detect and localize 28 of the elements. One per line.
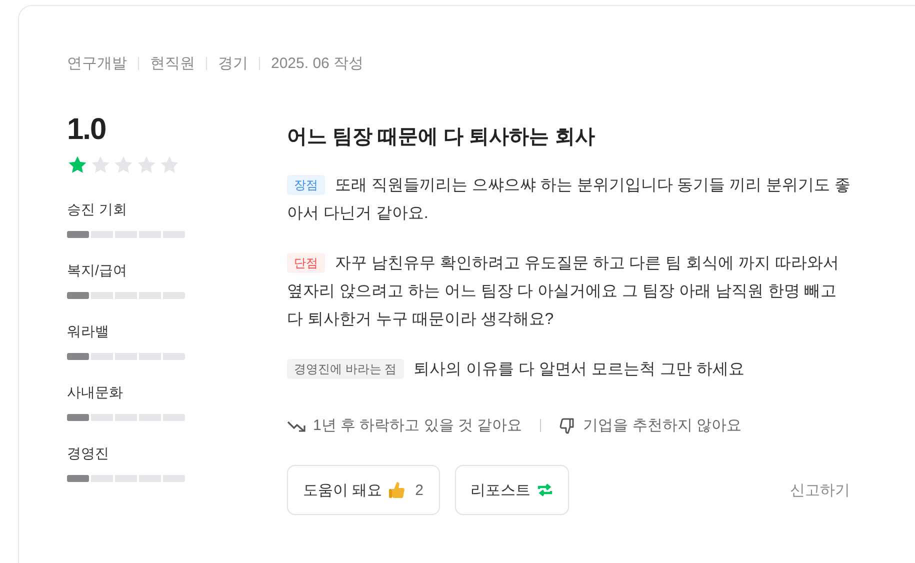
rating-score: 1.0 bbox=[67, 113, 107, 147]
rating-label: 복지/급여 bbox=[67, 262, 128, 280]
star-icon bbox=[113, 155, 134, 175]
helpful-count: 2 bbox=[415, 482, 424, 498]
repost-button[interactable]: 리포스트 bbox=[454, 465, 569, 515]
meta-text: 현직원 bbox=[150, 54, 195, 73]
star-icon bbox=[90, 155, 111, 175]
review-text: 경영진에 바라는 점 퇴사의 이유를 다 알면서 모르는척 그만 하세요 bbox=[287, 356, 852, 384]
meta-text: 경기 bbox=[218, 54, 248, 73]
trend-down-icon bbox=[287, 418, 307, 432]
star-icon bbox=[136, 155, 157, 175]
review-text: 장점 또래 직원들끼리는 으쌰으쌰 하는 분위기입니다 동기들 끼리 분위기도 좋아서 다닌거 같아요. bbox=[287, 174, 852, 224]
meta-text: 2025. 06 작성 bbox=[271, 54, 364, 73]
star-icon bbox=[159, 155, 180, 175]
rating-label: 사내문화 bbox=[67, 384, 124, 402]
report-link[interactable]: 신고하기 bbox=[790, 480, 850, 500]
repost-icon bbox=[536, 482, 553, 498]
recommend-text: 기업을 추천하지 않아요 bbox=[583, 416, 742, 435]
star-icon bbox=[67, 155, 88, 175]
helpful-button[interactable]: 도움이 돼요 2 bbox=[287, 465, 440, 515]
review-text: 단점 자꾸 남친유무 확인하려고 유도질문 하고 다른 팀 회식에 까지 따라와서 옆자리 앉으려고 하는 어느 팀장 다 아실거에요 그 팀장 아래 남직원 한명 빼고 다 퇴사한거 누구 때문이라 생각해요? bbox=[287, 252, 840, 330]
thumbs-up-icon bbox=[388, 481, 406, 499]
outlook-text: 1년 후 하락하고 있을 것 같아요 bbox=[313, 416, 522, 435]
rating-label: 워라밸 bbox=[67, 323, 110, 341]
rating-label: 경영진 bbox=[67, 445, 110, 463]
review-title: 어느 팀장 때문에 다 퇴사하는 회사 bbox=[287, 125, 596, 150]
rating-label: 승진 기회 bbox=[67, 201, 128, 219]
meta-text: 연구개발 bbox=[67, 54, 127, 73]
